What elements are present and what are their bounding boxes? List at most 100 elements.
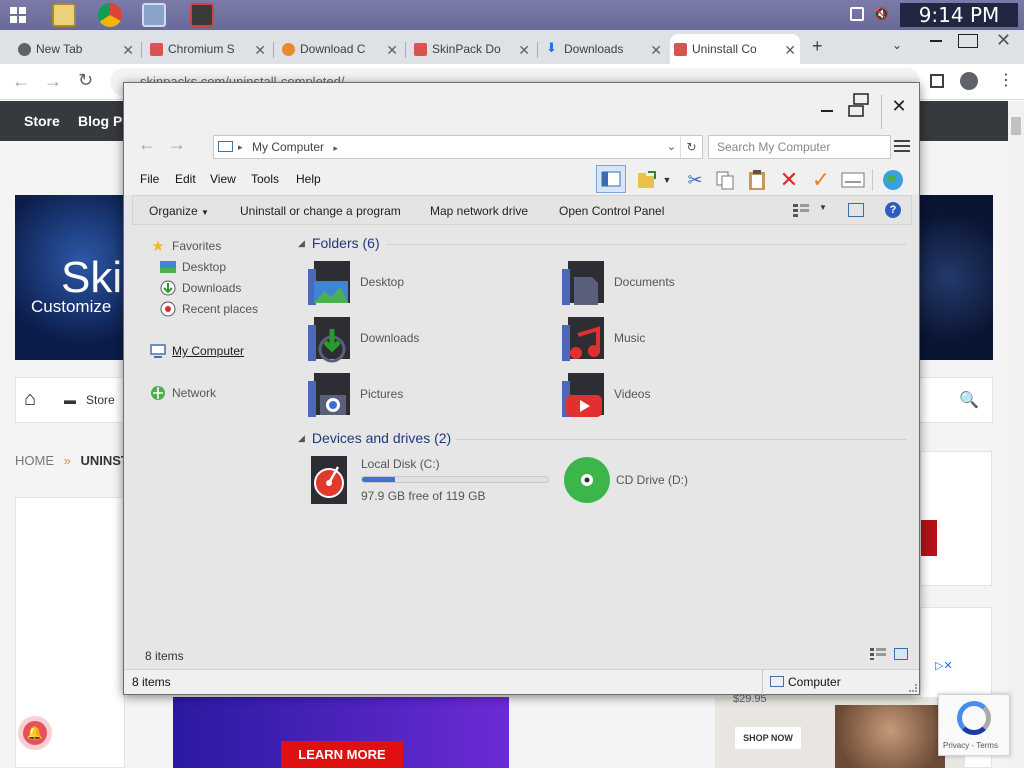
explorer-forward-icon[interactable]: → [168,134,186,155]
devices-group-header[interactable]: ◢ Devices and drives (2) [298,430,451,446]
close-tab-icon[interactable]: ✕ [784,42,796,59]
menu-tools[interactable]: Tools [251,172,279,186]
menu-file[interactable]: File [140,172,159,186]
folders-group-header[interactable]: ◢ Folders (6) [298,235,380,251]
ad-banner[interactable]: LEARN MORE [173,697,509,768]
page-scrollbar[interactable] [1008,101,1024,768]
ad-banner-right[interactable]: SHOP NOW $29.95 ▷✕ [715,660,965,768]
uninstall-program-button[interactable]: Uninstall or change a program [240,204,401,218]
taskbar-file-explorer-icon[interactable] [52,3,76,27]
folder-options-icon[interactable] [634,168,660,192]
cut-icon[interactable]: ✂ [682,168,708,192]
nav-my-computer[interactable]: My Computer [150,342,244,360]
learn-more-button[interactable]: LEARN MORE [281,741,403,768]
folder-documents[interactable]: Documents [562,259,802,311]
site-nav-store[interactable]: Store [24,113,60,129]
help-icon[interactable]: ? [885,202,901,218]
details-view-icon[interactable] [870,648,886,660]
close-tab-icon[interactable]: ✕ [122,42,134,59]
breadcrumb-home[interactable]: HOME [15,453,54,468]
nav-recent-places[interactable]: Recent places [160,300,258,318]
side-panel-icon[interactable] [930,74,944,88]
nav-favorites[interactable]: ★ Favorites [150,237,221,255]
delete-icon[interactable]: ✕ [776,167,802,192]
hamburger-menu-icon[interactable] [894,137,910,155]
paste-icon[interactable] [744,168,770,192]
browser-close-icon[interactable]: ✕ [996,30,1011,51]
tab-search-chevron-icon[interactable]: ⌄ [892,38,902,52]
start-button[interactable] [4,2,32,28]
copy-icon[interactable] [712,168,738,192]
folder-options-dropdown-icon[interactable]: ▼ [660,168,674,192]
close-button[interactable]: ✕ [884,89,914,123]
close-tab-icon[interactable]: ✕ [254,42,266,59]
large-icons-view-icon[interactable] [894,648,908,660]
cart-icon[interactable]: ▬ [64,393,76,407]
restore-button[interactable] [844,89,874,123]
taskbar-clock[interactable]: 9:14 PM [900,3,1018,27]
properties-icon[interactable] [840,168,866,192]
browser-minimize-icon[interactable] [930,40,942,42]
address-dropdown-icon[interactable]: ⌄ [667,136,676,158]
taskbar-app2-icon[interactable] [190,3,214,27]
ad-choices-icon[interactable]: ▷✕ [935,659,965,673]
tab-download[interactable]: Download C ✕ [278,34,402,64]
open-control-panel-button[interactable]: Open Control Panel [559,204,664,218]
layout-pane-icon[interactable] [596,165,626,193]
home-icon[interactable]: ⌂ [24,388,36,411]
drive-d[interactable]: CD Drive (D:) [563,455,763,505]
explorer-search-input[interactable]: Search My Computer [708,135,891,159]
folder-desktop[interactable]: Desktop [308,259,548,311]
taskbar-chrome-icon[interactable] [98,3,122,27]
folder-pictures[interactable]: Pictures [308,371,548,423]
sidebar-red-button[interactable] [921,520,937,556]
site-search-icon[interactable]: 🔍 [959,390,979,410]
folder-downloads[interactable]: Downloads [308,315,548,367]
recaptcha-links[interactable]: Privacy - Terms [943,741,998,750]
resize-grip-icon[interactable] [909,684,917,692]
menu-edit[interactable]: Edit [175,172,196,186]
folder-videos[interactable]: Videos [562,371,802,423]
close-tab-icon[interactable]: ✕ [650,42,662,59]
scrollbar-thumb[interactable] [1011,117,1021,135]
organize-button[interactable]: Organize ▼ [149,204,209,218]
preview-pane-icon[interactable] [848,203,864,217]
tab-new-tab[interactable]: New Tab ✕ [14,34,138,64]
browser-menu-icon[interactable]: ⋮ [998,70,1014,90]
reload-icon[interactable]: ↻ [78,70,93,91]
change-view-icon[interactable] [793,203,809,217]
tab-skinpack[interactable]: SkinPack Do ✕ [410,34,534,64]
browser-restore-icon[interactable] [958,34,978,48]
sub-nav-store[interactable]: Store [86,393,115,407]
explorer-address-box[interactable]: ▸ My Computer ▸ ⌄ ↻ [213,135,703,159]
change-view-dropdown-icon[interactable]: ▼ [819,203,827,212]
menu-view[interactable]: View [210,172,236,186]
nav-network[interactable]: Network [150,384,216,402]
close-tab-icon[interactable]: ✕ [518,42,530,59]
globe-icon[interactable] [880,168,906,192]
folder-music[interactable]: Music [562,315,802,367]
taskbar-app-icon[interactable] [142,3,166,27]
tab-downloads[interactable]: ⬇ Downloads ✕ [542,34,666,64]
back-arrow-icon[interactable]: ← [12,71,30,92]
shop-now-button[interactable]: SHOP NOW [735,727,801,749]
profile-avatar-icon[interactable] [960,72,978,90]
forward-arrow-icon[interactable]: → [44,71,62,92]
network-tray-icon[interactable] [850,7,864,21]
tab-uninstall[interactable]: Uninstall Co ✕ [670,34,800,64]
volume-muted-icon[interactable]: 🔇 [874,7,889,21]
menu-help[interactable]: Help [296,172,321,186]
nav-downloads[interactable]: Downloads [160,279,241,297]
checkmark-icon[interactable]: ✓ [808,167,834,192]
notification-bell-button[interactable]: 🔔 [18,716,52,750]
close-tab-icon[interactable]: ✕ [386,42,398,59]
refresh-icon[interactable]: ↻ [680,136,702,158]
map-network-drive-button[interactable]: Map network drive [430,204,528,218]
recaptcha-badge[interactable]: Privacy - Terms [938,694,1010,756]
new-tab-plus-icon[interactable]: + [812,36,823,57]
nav-desktop[interactable]: Desktop [160,258,226,276]
tab-chromium[interactable]: Chromium S ✕ [146,34,270,64]
explorer-title-bar[interactable]: ✕ [124,83,919,129]
explorer-back-icon[interactable]: ← [138,134,156,155]
minimize-button[interactable] [812,89,842,123]
